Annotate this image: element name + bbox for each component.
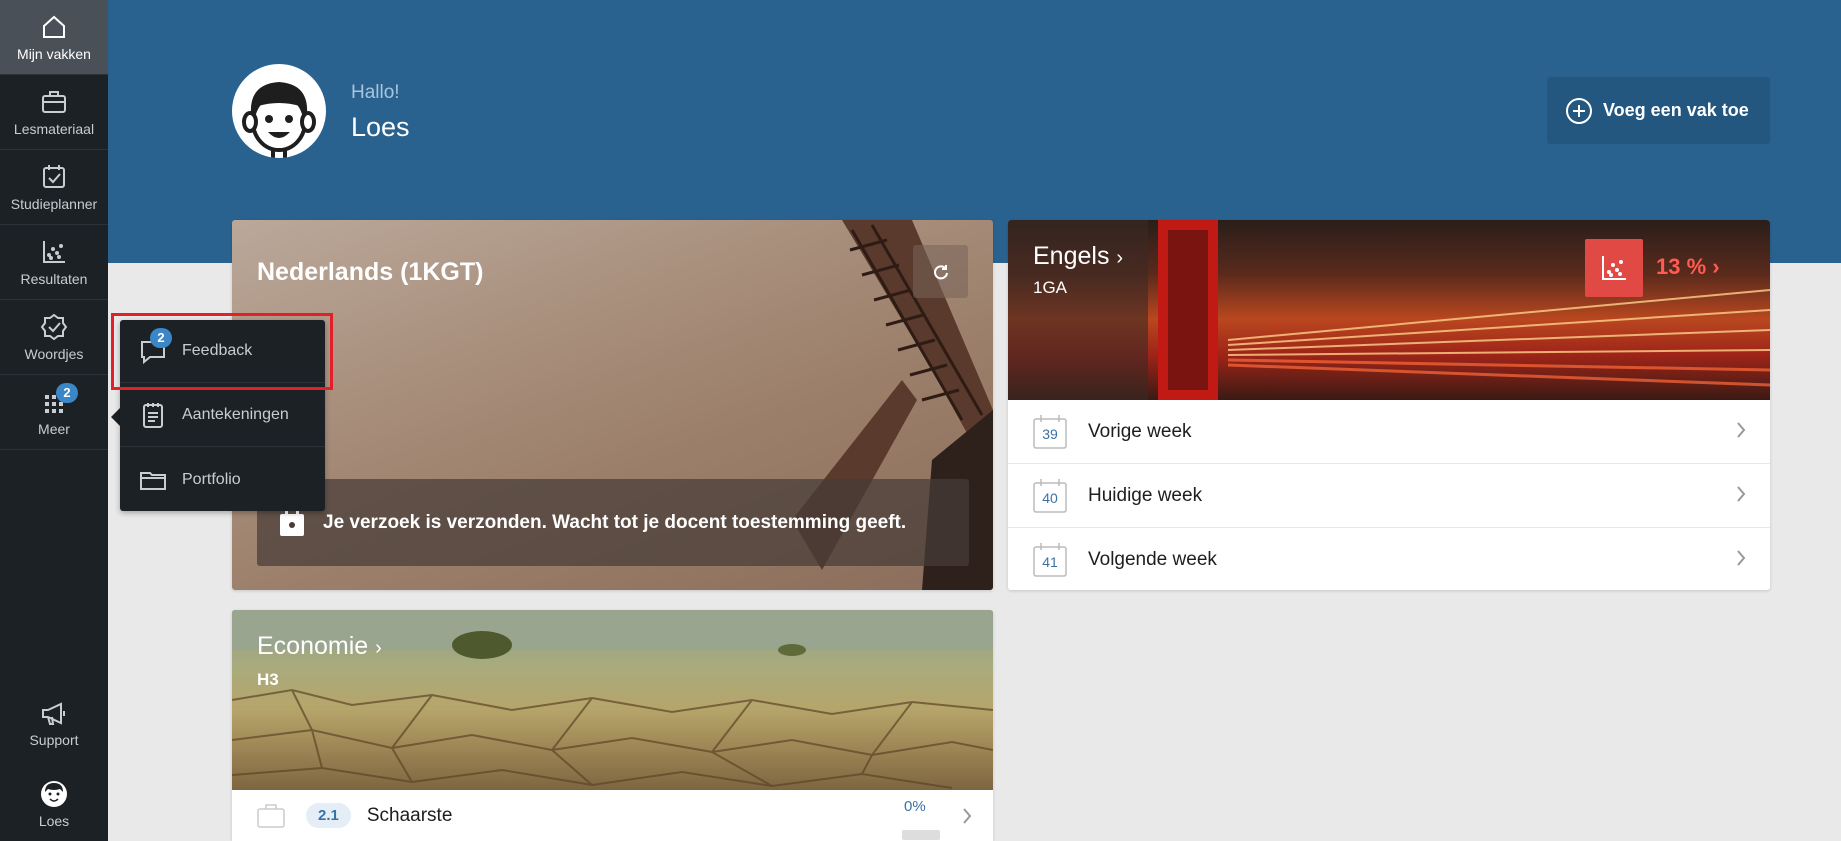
sidebar-item-support[interactable]: Support	[0, 685, 108, 760]
sidebar-item-label: Mijn vakken	[17, 46, 91, 62]
request-message-text: Je verzoek is verzonden. Wacht tot je do…	[323, 511, 907, 533]
sidebar-item-label: Woordjes	[24, 346, 84, 362]
calendar-check-icon	[43, 165, 65, 188]
results-button[interactable]	[1585, 239, 1643, 297]
menu-item-label: Aantekeningen	[182, 406, 289, 423]
chapter-row[interactable]: 2.1 Schaarste 0%	[232, 790, 993, 841]
week-number: 40	[1042, 489, 1058, 506]
chevron-right-icon	[1737, 486, 1746, 502]
score-text: 13 %	[1656, 254, 1707, 279]
sidebar: Mijn vakken Lesmateriaal Studieplanner R…	[0, 0, 108, 841]
sidebar-item-label: Support	[29, 731, 79, 748]
chevron-right-icon: ›	[1712, 254, 1720, 279]
notes-icon	[143, 403, 163, 428]
briefcase-icon	[42, 91, 66, 113]
chevron-right-icon	[1737, 422, 1746, 438]
sidebar-item-woordjes[interactable]: Woordjes	[0, 300, 108, 375]
meer-badge: 2	[56, 383, 78, 403]
briefcase-icon	[257, 803, 285, 828]
subject-class: 1GA	[1033, 278, 1068, 297]
week-label: Volgende week	[1088, 549, 1217, 570]
chevron-right-icon: ›	[1116, 247, 1124, 269]
megaphone-icon	[42, 701, 65, 725]
sidebar-item-user[interactable]: Loes	[0, 766, 108, 841]
subject-title[interactable]: Engels ›	[1033, 242, 1123, 271]
week-number: 39	[1042, 425, 1058, 442]
popup-arrow	[111, 408, 120, 426]
week-label: Vorige week	[1088, 420, 1192, 442]
subject-class: H3	[257, 670, 279, 689]
refresh-button[interactable]	[913, 245, 968, 298]
sidebar-item-lesmateriaal[interactable]: Lesmateriaal	[0, 75, 108, 150]
chevron-right-icon	[963, 808, 972, 824]
subject-title-text: Economie	[257, 632, 369, 660]
score-percentage[interactable]: 13 % ›	[1656, 254, 1720, 280]
calendar-icon	[280, 509, 304, 536]
chevron-right-icon	[1737, 550, 1746, 566]
sidebar-item-label: Resultaten	[20, 271, 88, 287]
chart-icon	[43, 241, 65, 263]
greeting: Hallo!	[351, 82, 400, 103]
add-subject-label: Voeg een vak toe	[1603, 100, 1749, 120]
chapter-number: 2.1	[306, 803, 351, 828]
sidebar-item-studieplanner[interactable]: Studieplanner	[0, 150, 108, 225]
week-label: Huidige week	[1088, 484, 1203, 506]
plus-circle-icon	[1566, 97, 1592, 124]
calendar-icon: 40	[1032, 478, 1068, 514]
subject-title[interactable]: Economie ›	[257, 632, 382, 661]
week-row-huidige[interactable]: 40 Huidige week	[1008, 464, 1770, 528]
sidebar-item-label: Loes	[38, 812, 70, 829]
avatar-icon	[41, 780, 67, 807]
sidebar-item-label: Lesmateriaal	[13, 121, 95, 137]
subject-title: Nederlands (1KGT)	[257, 258, 484, 286]
calendar-icon: 41	[1032, 542, 1068, 578]
sidebar-item-resultaten[interactable]: Resultaten	[0, 225, 108, 300]
avatar-face-icon	[242, 82, 316, 158]
week-number: 41	[1042, 554, 1058, 570]
folder-icon	[140, 471, 166, 490]
chevron-right-icon: ›	[375, 637, 382, 659]
subject-card-economie[interactable]: Economie › H3 2.1 Schaarste 0%	[232, 610, 993, 841]
week-row-vorige[interactable]: 39 Vorige week	[1008, 400, 1770, 464]
progress-bar	[902, 830, 940, 840]
add-subject-button[interactable]: Voeg een vak toe	[1547, 77, 1770, 144]
subject-card-engels[interactable]: Engels › 1GA 13 % › 39 Vorige week 40 Hu…	[1008, 220, 1770, 590]
request-message: Je verzoek is verzonden. Wacht tot je do…	[257, 479, 969, 566]
refresh-icon	[933, 264, 948, 279]
sidebar-item-mijn-vakken[interactable]: Mijn vakken	[0, 0, 108, 75]
menu-item-portfolio[interactable]: Portfolio	[120, 448, 325, 511]
sidebar-item-meer[interactable]: 2 Meer	[0, 375, 108, 450]
avatar	[232, 64, 326, 158]
calendar-icon: 39	[1032, 414, 1068, 450]
subject-card-nederlands[interactable]: Nederlands (1KGT) Je verzoek is verzonde…	[232, 220, 993, 590]
chart-icon	[1602, 256, 1626, 280]
sidebar-item-label: Studieplanner	[10, 196, 98, 212]
menu-item-aantekeningen[interactable]: Aantekeningen	[120, 384, 325, 447]
subject-title-text: Engels	[1033, 242, 1110, 270]
sidebar-item-label: Meer	[38, 421, 70, 437]
chapter-progress: 0%	[904, 798, 926, 815]
home-icon	[43, 15, 65, 38]
week-row-volgende[interactable]: 41 Volgende week	[1008, 528, 1770, 590]
menu-item-label: Portfolio	[182, 470, 241, 488]
badge-check-icon	[40, 313, 68, 341]
chapter-title: Schaarste	[366, 804, 453, 826]
highlight-box	[111, 313, 333, 390]
user-name: Loes	[351, 112, 410, 142]
